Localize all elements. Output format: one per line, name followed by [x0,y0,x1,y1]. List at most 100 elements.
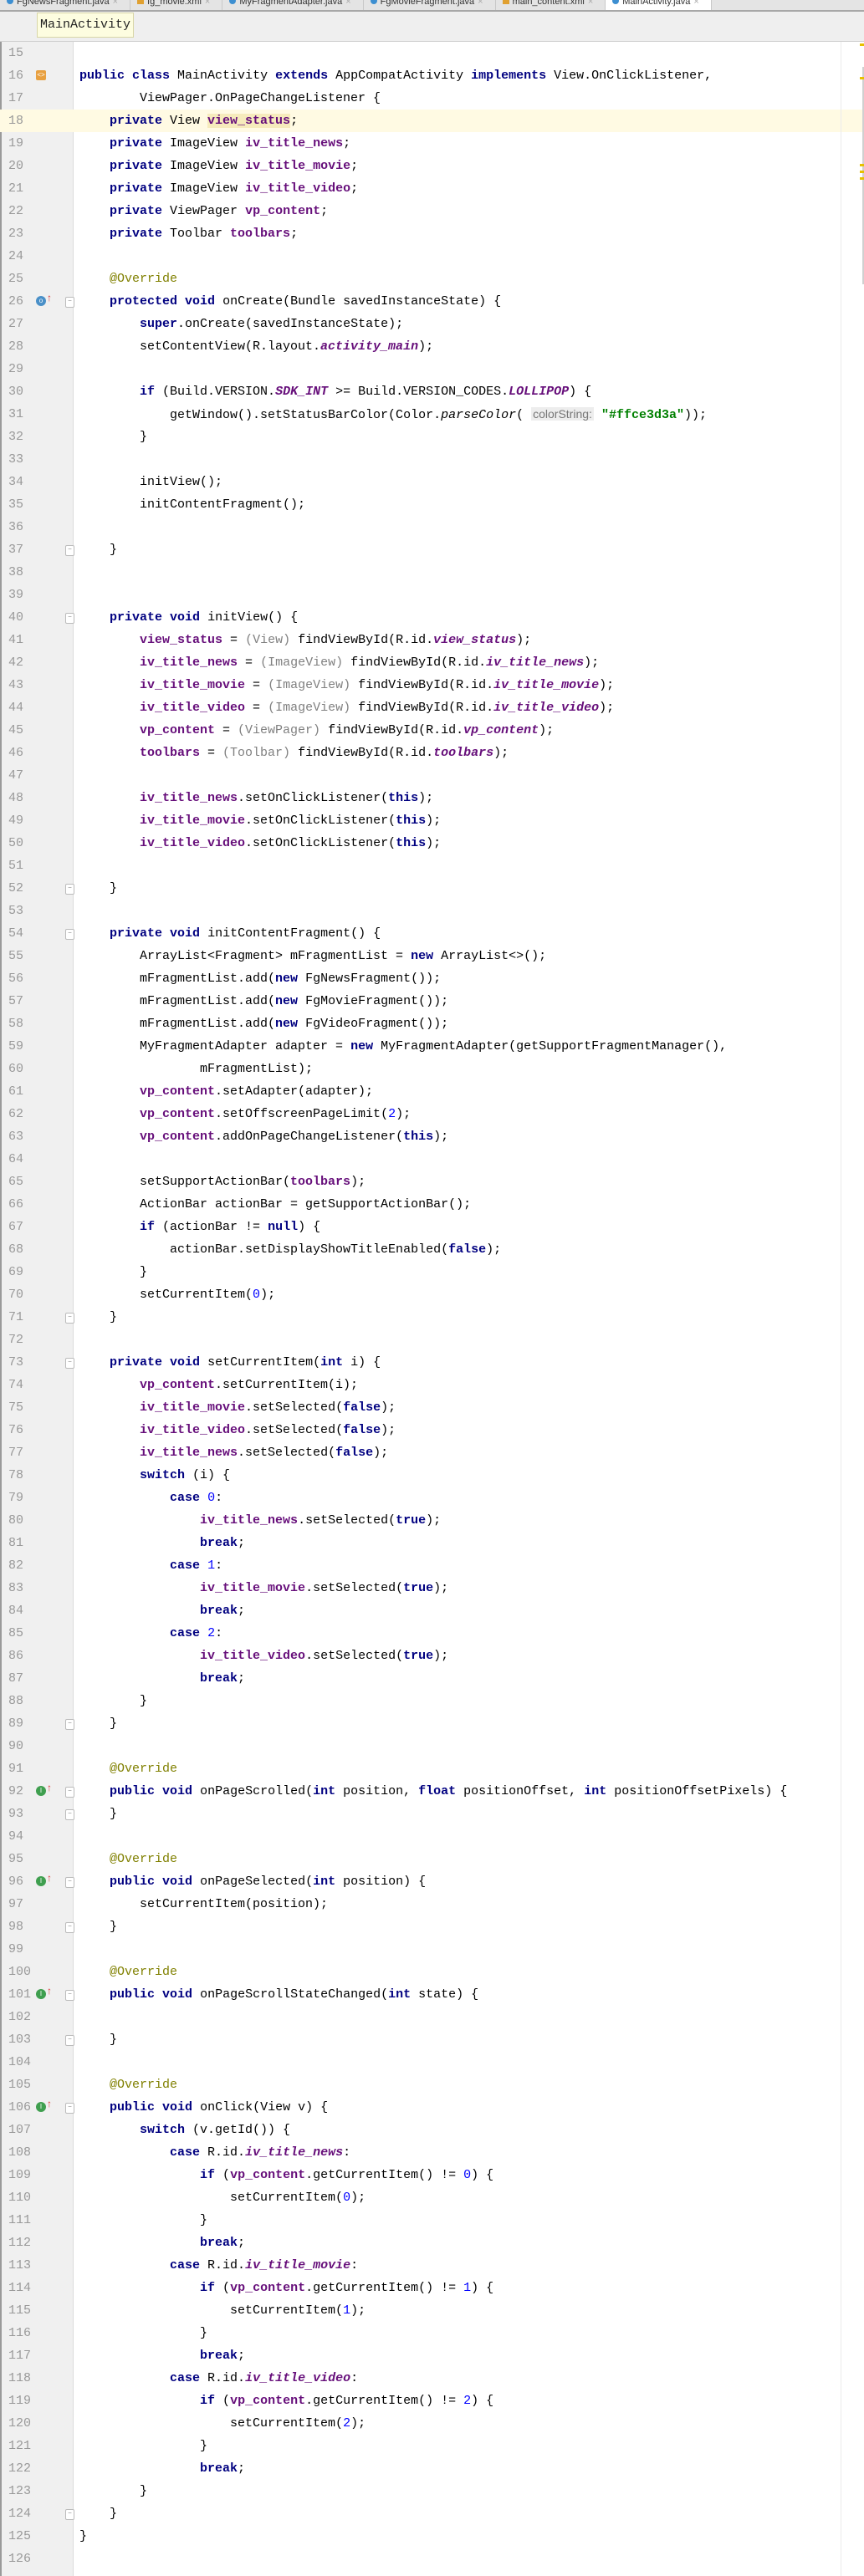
close-tab-icon[interactable]: × [205,0,210,7]
code-line[interactable]: 104 [0,2051,864,2074]
implement-icon[interactable]: I ↑ [36,1986,52,1999]
tab-fgmoviefragment-java[interactable]: FgMovieFragment.java × [364,0,496,10]
code-line[interactable]: 113 case R.id.iv_title_movie: [0,2254,864,2277]
code-line[interactable]: 21 private ImageView iv_title_video; [0,177,864,200]
code-line[interactable]: 62 vp_content.setOffscreenPageLimit(2); [0,1103,864,1125]
code-line[interactable]: 43 iv_title_movie = (ImageView) findView… [0,674,864,696]
code-line[interactable]: 17 ViewPager.OnPageChangeListener { [0,87,864,110]
code-line[interactable]: 51 [0,854,864,877]
code-line[interactable]: 79 case 0: [0,1487,864,1509]
code-line[interactable]: 76 iv_title_video.setSelected(false); [0,1419,864,1441]
close-tab-icon[interactable]: × [478,0,483,7]
code-line[interactable]: 35 initContentFragment(); [0,493,864,516]
code-line[interactable]: 122 break; [0,2457,864,2480]
code-line[interactable]: 61 vp_content.setAdapter(adapter); [0,1080,864,1103]
fold-icon[interactable]: − [65,1922,74,1933]
code-line[interactable]: 77 iv_title_news.setSelected(false); [0,1441,864,1464]
code-line[interactable]: 72 [0,1329,864,1351]
code-line[interactable]: 39 [0,584,864,606]
code-line[interactable]: 45 vp_content = (ViewPager) findViewById… [0,719,864,742]
code-line[interactable]: 71 − } [0,1306,864,1329]
code-line[interactable]: 94 [0,1825,864,1848]
code-line[interactable]: 19 private ImageView iv_title_news; [0,132,864,155]
code-line[interactable]: 123 } [0,2480,864,2502]
code-line[interactable]: 115 setCurrentItem(1); [0,2299,864,2322]
code-line[interactable]: 31 getWindow().setStatusBarColor(Color.p… [0,403,864,426]
code-line[interactable]: 60 mFragmentList); [0,1058,864,1080]
code-line[interactable]: 89 − } [0,1712,864,1735]
implement-icon[interactable]: I ↑ [36,2099,52,2112]
fold-icon[interactable]: − [65,1787,74,1798]
code-line[interactable]: 59 MyFragmentAdapter adapter = new MyFra… [0,1035,864,1058]
warning-marker[interactable] [860,164,864,166]
code-line[interactable]: 109 if (vp_content.getCurrentItem() != 0… [0,2164,864,2186]
fold-icon[interactable]: − [65,613,74,624]
fold-icon[interactable]: − [65,1358,74,1369]
code-line[interactable]: 38 [0,561,864,584]
code-line[interactable]: 52 − } [0,877,864,900]
code-line[interactable]: 88 } [0,1690,864,1712]
code-line[interactable]: 83 iv_title_movie.setSelected(true); [0,1577,864,1599]
class-icon[interactable]: <> [36,70,46,80]
close-tab-icon[interactable]: × [113,0,118,7]
fold-icon[interactable]: − [65,2509,74,2520]
code-line[interactable]: 70 setCurrentItem(0); [0,1283,864,1306]
code-line[interactable]: 110 setCurrentItem(0); [0,2186,864,2209]
code-line[interactable]: 18 private View view_status; [0,110,864,132]
fold-icon[interactable]: − [65,545,74,556]
fold-icon[interactable]: − [65,1877,74,1888]
code-line[interactable]: 58 mFragmentList.add(new FgVideoFragment… [0,1013,864,1035]
code-line[interactable]: 119 if (vp_content.getCurrentItem() != 2… [0,2390,864,2412]
code-line[interactable]: 78 switch (i) { [0,1464,864,1487]
close-tab-icon[interactable]: × [693,0,698,7]
code-line[interactable]: 86 iv_title_video.setSelected(true); [0,1645,864,1667]
close-tab-icon[interactable]: × [345,0,350,7]
code-line[interactable]: 34 initView(); [0,471,864,493]
fold-icon[interactable]: − [65,1990,74,2001]
code-line[interactable]: 46 toolbars = (Toolbar) findViewById(R.i… [0,742,864,764]
code-line[interactable]: 37 − } [0,538,864,561]
code-line[interactable]: 36 [0,516,864,538]
fold-icon[interactable]: − [65,1313,74,1324]
code-line[interactable]: 112 break; [0,2232,864,2254]
code-line[interactable]: 118 case R.id.iv_title_video: [0,2367,864,2390]
code-editor[interactable]: 15 16 <> public class MainActivity extends … [0,42,864,2570]
fold-icon[interactable]: − [65,2035,74,2046]
code-line[interactable]: 105 @Override [0,2074,864,2096]
code-line[interactable]: 22 private ViewPager vp_content; [0,200,864,222]
code-line[interactable]: 54 − private void initContentFragment() { [0,922,864,945]
code-line[interactable]: 114 if (vp_content.getCurrentItem() != 1… [0,2277,864,2299]
code-line[interactable]: 124 − } [0,2502,864,2525]
fold-icon[interactable]: − [65,884,74,895]
warning-marker[interactable] [860,177,864,180]
code-line[interactable]: 99 [0,1938,864,1961]
warning-marker[interactable] [860,77,864,79]
close-tab-icon[interactable]: × [588,0,593,7]
code-line[interactable]: 102 [0,2006,864,2028]
code-line[interactable]: 49 iv_title_movie.setOnClickListener(thi… [0,809,864,832]
code-line[interactable]: 25 @Override [0,268,864,290]
code-line[interactable]: 24 [0,245,864,268]
code-line[interactable]: 121 } [0,2435,864,2457]
override-icon[interactable]: o ↑ [36,293,52,306]
code-line[interactable]: 48 iv_title_news.setOnClickListener(this… [0,787,864,809]
code-line[interactable]: 42 iv_title_news = (ImageView) findViewB… [0,651,864,674]
code-line[interactable]: 40 − private void initView() { [0,606,864,629]
code-line[interactable]: 101 I ↑ − public void onPageScrollStateChan… [0,1983,864,2006]
code-line[interactable]: 80 iv_title_news.setSelected(true); [0,1509,864,1532]
fold-icon[interactable]: − [65,929,74,940]
code-line[interactable]: 20 private ImageView iv_title_movie; [0,155,864,177]
fold-icon[interactable]: − [65,1809,74,1820]
code-line[interactable]: 69 } [0,1261,864,1283]
code-line[interactable]: 67 if (actionBar != null) { [0,1216,864,1238]
code-line[interactable]: 56 mFragmentList.add(new FgNewsFragment(… [0,967,864,990]
code-line[interactable]: 16 <> public class MainActivity extends Ap… [0,64,864,87]
code-line[interactable]: 73 − private void setCurrentItem(int i) { [0,1351,864,1374]
code-line[interactable]: 32 } [0,426,864,448]
code-line[interactable]: 57 mFragmentList.add(new FgMovieFragment… [0,990,864,1013]
breadcrumb-class[interactable]: MainActivity [37,13,135,38]
code-line[interactable]: 95 @Override [0,1848,864,1870]
code-line[interactable]: 26 o ↑ − protected void onCreate(Bundle sav… [0,290,864,313]
code-line[interactable]: 47 [0,764,864,787]
code-line[interactable]: 107 switch (v.getId()) { [0,2119,864,2141]
